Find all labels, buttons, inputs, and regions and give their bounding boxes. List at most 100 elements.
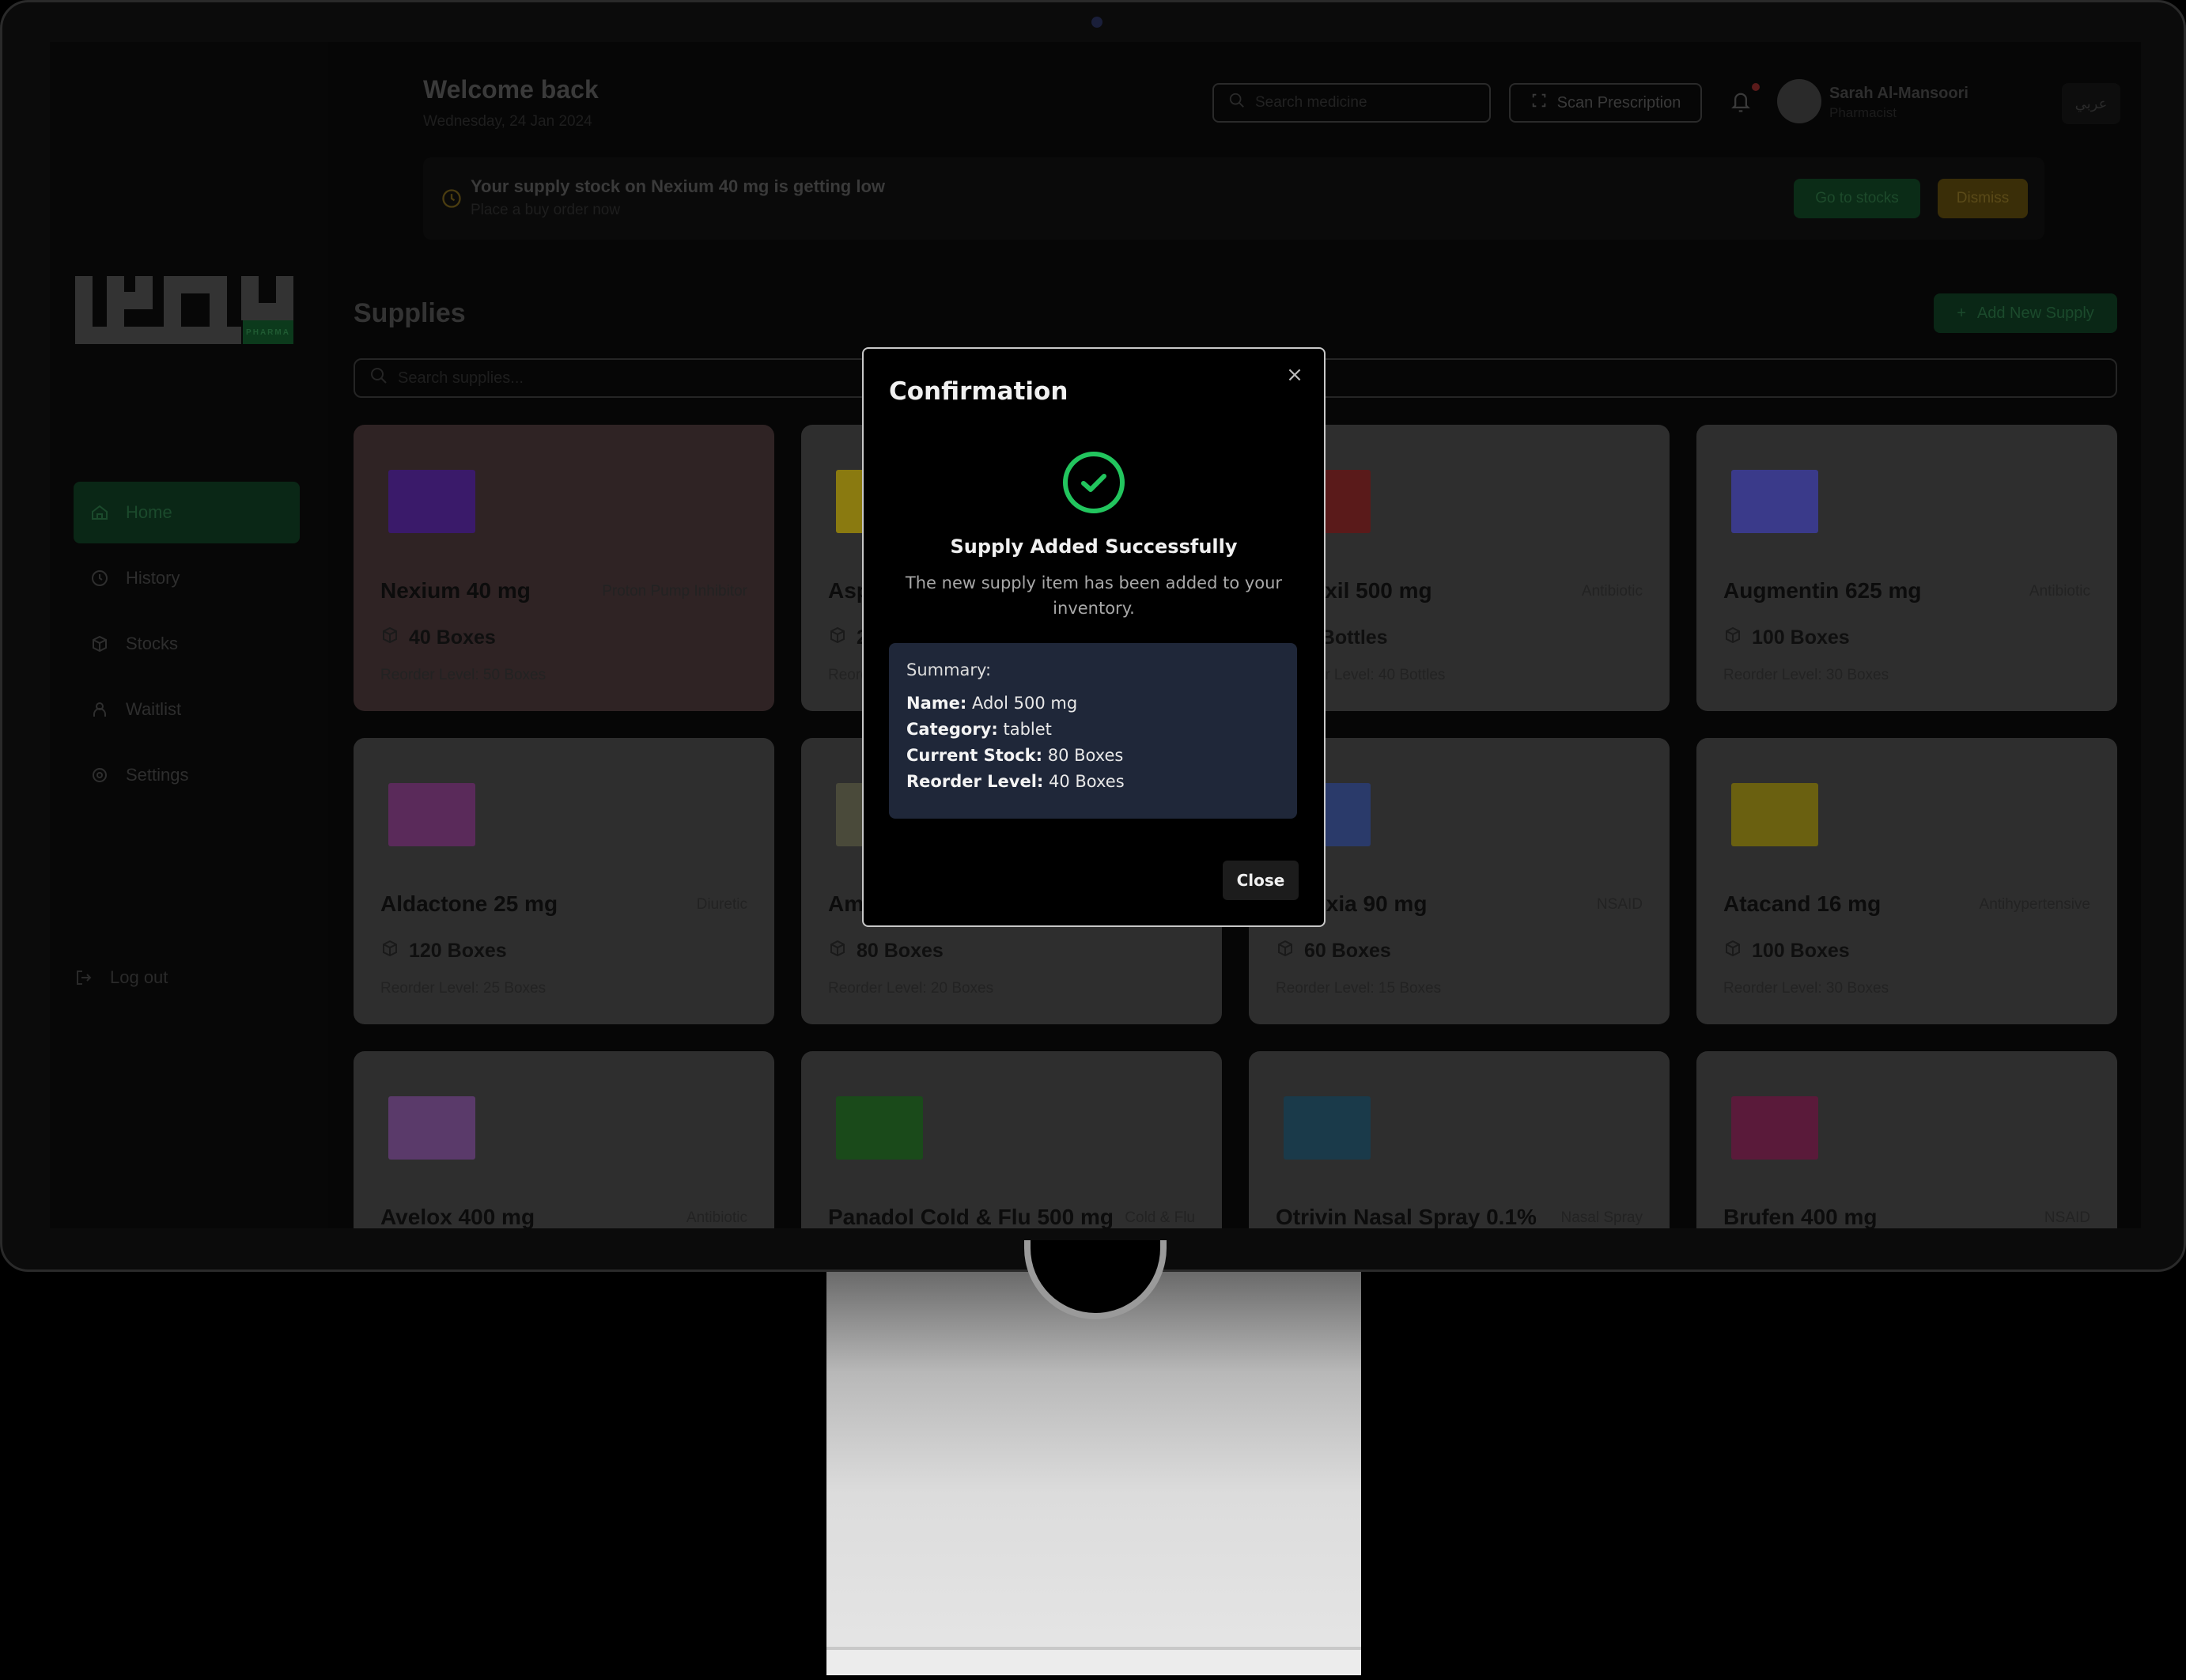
summary-heading: Summary: <box>906 660 992 679</box>
supply-card[interactable]: Atacand 16 mg Antihypertensive 100 Boxes Re… <box>1696 738 2117 1024</box>
supply-category: Nasal Spray <box>1560 1209 1643 1226</box>
user-role: Pharmacist <box>1829 105 1897 120</box>
home-icon <box>89 502 110 523</box>
stand-base <box>826 1647 1361 1675</box>
sidebar-item-label: Settings <box>126 765 189 785</box>
product-image <box>380 763 483 866</box>
sidebar-nav: Home History Stocks Waitlist Settings <box>74 482 300 810</box>
supply-reorder-level: Reorder Level: 30 Boxes <box>1723 980 1889 997</box>
low-stock-alert: Your supply stock on Nexium 40 mg is get… <box>423 157 2044 240</box>
product-image <box>1276 1076 1379 1179</box>
box-icon <box>1723 626 1742 650</box>
close-icon[interactable]: × <box>1283 363 1307 387</box>
supply-category: Diuretic <box>696 896 747 913</box>
confirmation-dialog: Confirmation × Supply Added Successfully… <box>862 347 1326 927</box>
supply-card[interactable]: Nexium 40 mg Proton Pump Inhibitor 40 Boxe… <box>354 425 774 711</box>
summary-row: Current Stock: 80 Boxes <box>906 746 1124 765</box>
search-icon <box>1228 92 1246 114</box>
box-icon <box>1723 939 1742 963</box>
add-new-supply-button[interactable]: + Add New Supply <box>1934 293 2117 333</box>
box-icon <box>89 634 110 654</box>
supply-stock: 40 Boxes <box>380 626 496 650</box>
supply-card[interactable]: Otrivin Nasal Spray 0.1% Nasal Spray <box>1249 1051 1670 1228</box>
logo-tag: PHARMA <box>243 320 293 344</box>
clock-icon <box>89 568 110 588</box>
supply-name: Atacand 16 mg <box>1723 891 1882 916</box>
language-toggle-button[interactable]: عربي <box>2062 83 2120 124</box>
check-circle-icon <box>1061 450 1126 515</box>
supply-category: Cold & Flu <box>1125 1209 1195 1226</box>
supply-stock: 60 Boxes <box>1276 939 1391 963</box>
avatar[interactable] <box>1777 79 1821 123</box>
product-package <box>388 783 475 846</box>
gear-icon <box>89 765 110 785</box>
sidebar-item-label: Home <box>126 502 172 522</box>
current-date: Wednesday, 24 Jan 2024 <box>423 113 592 130</box>
box-icon <box>828 939 847 963</box>
product-package <box>388 470 475 533</box>
sidebar-item-label: History <box>126 568 180 588</box>
sidebar-item-home[interactable]: Home <box>74 482 300 543</box>
notification-badge <box>1752 83 1760 91</box>
search-icon <box>369 366 388 390</box>
supply-card[interactable]: Panadol Cold & Flu 500 mg Cold & Flu <box>801 1051 1222 1228</box>
app-logo: PHARMA <box>75 276 293 344</box>
product-image <box>1723 450 1826 553</box>
product-package <box>1731 1096 1818 1160</box>
supply-category: NSAID <box>2044 1209 2090 1226</box>
supply-name: Augmentin 625 mg <box>1723 578 1922 603</box>
dismiss-button[interactable]: Dismiss <box>1938 179 2028 218</box>
sidebar-item-history[interactable]: History <box>74 547 300 609</box>
supply-stock: 100 Boxes <box>1723 939 1850 963</box>
sidebar-item-label: Waitlist <box>126 699 182 719</box>
plus-icon: + <box>1957 304 1966 322</box>
product-image <box>1723 1076 1826 1179</box>
scan-label: Scan Prescription <box>1556 93 1681 112</box>
supply-card[interactable]: Augmentin 625 mg Antibiotic 100 Boxes Reord… <box>1696 425 2117 711</box>
supply-category: Antihypertensive <box>1979 896 2090 913</box>
product-package <box>836 1096 923 1160</box>
close-button[interactable]: Close <box>1223 861 1299 900</box>
scan-prescription-button[interactable]: Scan Prescription <box>1509 83 1702 123</box>
section-title: Supplies <box>354 298 466 328</box>
sidebar-item-settings[interactable]: Settings <box>74 744 300 806</box>
supply-card[interactable]: Avelox 400 mg Antibiotic <box>354 1051 774 1228</box>
supply-category: Proton Pump Inhibitor <box>602 583 747 600</box>
supply-category: Antibiotic <box>2029 583 2090 600</box>
box-icon <box>380 939 399 963</box>
dialog-title: Confirmation <box>889 377 1068 406</box>
product-image <box>828 1076 931 1179</box>
product-image <box>380 1076 483 1179</box>
sidebar: PHARMA Home History Stocks Waitlist Sett… <box>50 42 328 1228</box>
user-icon <box>89 699 110 720</box>
summary-row: Reorder Level: 40 Boxes <box>906 772 1125 791</box>
alert-subtitle: Place a buy order now <box>471 202 621 218</box>
camera-dot <box>1091 17 1102 28</box>
supply-category: Antibiotic <box>1581 583 1643 600</box>
supply-name: Nexium 40 mg <box>380 578 531 603</box>
stand-cable-hole <box>1024 1240 1167 1319</box>
medicine-search-input[interactable]: Search medicine <box>1212 83 1491 123</box>
success-description: The new supply item has been added to yo… <box>905 573 1283 618</box>
product-image <box>1723 763 1826 866</box>
supply-name: Avelox 400 mg <box>380 1205 535 1228</box>
logout-icon <box>74 967 94 988</box>
sidebar-item-stocks[interactable]: Stocks <box>74 613 300 675</box>
supply-category: NSAID <box>1596 896 1643 913</box>
monitor-stand <box>826 1240 1361 1675</box>
search-placeholder: Search supplies... <box>398 369 524 387</box>
box-icon <box>1276 939 1295 963</box>
supply-name: Panadol Cold & Flu 500 mg <box>828 1205 1114 1228</box>
sidebar-item-waitlist[interactable]: Waitlist <box>74 679 300 740</box>
supply-reorder-level: Reorder Level: 25 Boxes <box>380 980 546 997</box>
supply-card[interactable]: Brufen 400 mg NSAID <box>1696 1051 2117 1228</box>
product-package <box>1731 783 1818 846</box>
supply-stock: 100 Boxes <box>1723 626 1850 650</box>
supply-name: Brufen 400 mg <box>1723 1205 1878 1228</box>
logout-button[interactable]: Log out <box>74 967 168 988</box>
go-to-stocks-button[interactable]: Go to stocks <box>1794 179 1920 218</box>
product-package <box>388 1096 475 1160</box>
supply-card[interactable]: Aldactone 25 mg Diuretic 120 Boxes Reorder … <box>354 738 774 1024</box>
success-title: Supply Added Successfully <box>950 535 1238 558</box>
notification-bell-icon[interactable] <box>1730 89 1753 116</box>
